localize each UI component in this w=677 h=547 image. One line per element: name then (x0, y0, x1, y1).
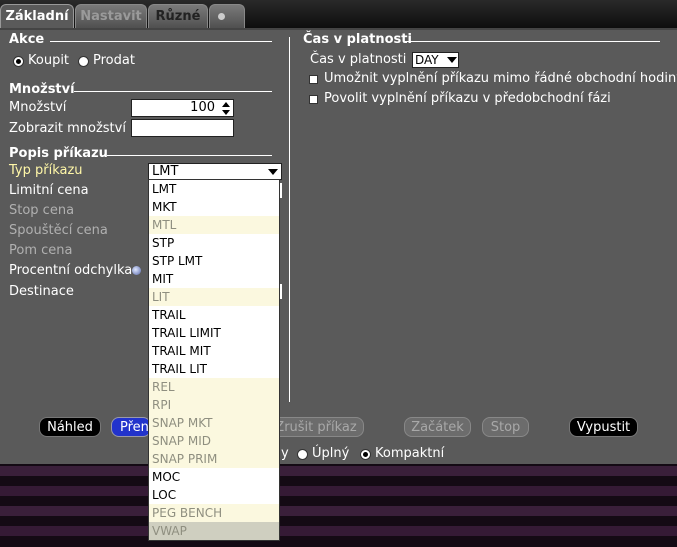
order-type-option[interactable]: TRAIL LIT (149, 360, 279, 378)
stop-price-label: Stop cena (9, 203, 75, 218)
order-type-option[interactable]: PEG BENCH (149, 504, 279, 522)
section-divider (107, 155, 272, 156)
section-mnozstvi-title: Množství (9, 82, 75, 97)
bottom-stripe (0, 506, 677, 516)
start-button[interactable]: Začátek (404, 417, 471, 437)
percent-offset-label: Procentní odchylka (9, 263, 133, 278)
trigger-price-label: Spouštěcí cena (9, 223, 108, 238)
premarket-checkbox[interactable] (309, 95, 318, 104)
order-type-option[interactable]: MOC (149, 468, 279, 486)
tab-label: Nastavit (80, 9, 142, 24)
info-icon[interactable] (132, 266, 141, 275)
order-type-option[interactable]: SNAP MID (149, 432, 279, 450)
preview-button[interactable]: Náhled (39, 417, 101, 437)
stepper-up-icon[interactable] (222, 102, 230, 107)
outside-rth-checkbox[interactable] (309, 75, 318, 84)
order-type-value: LMT (152, 164, 179, 179)
compact-view-radio[interactable] (360, 449, 371, 460)
section-divider (405, 41, 660, 42)
section-validity-title: Čas v platnosti (303, 32, 412, 47)
order-type-option[interactable]: RPI (149, 396, 279, 414)
order-type-option[interactable]: REL (149, 378, 279, 396)
order-type-option[interactable]: VWAP (149, 522, 279, 540)
order-type-option[interactable]: MIT (149, 270, 279, 288)
limit-price-label: Limitní cena (9, 183, 89, 198)
quantity-value: 100 (190, 100, 215, 115)
display-quantity-input[interactable] (131, 119, 234, 137)
full-view-label: Úplný (312, 446, 350, 461)
view-partial-label: y (281, 446, 289, 461)
order-type-option[interactable]: TRAIL MIT (149, 342, 279, 360)
buy-label: Koupit (28, 53, 70, 68)
order-type-dropdown-list[interactable]: LMT MKT MTL STP STP LMT MIT LIT TRAIL TRAIL LIMI… (148, 179, 280, 541)
tif-value: DAY (415, 53, 439, 67)
order-type-option[interactable]: SNAP MKT (149, 414, 279, 432)
order-type-option[interactable]: STP LMT (149, 252, 279, 270)
section-divider (74, 91, 272, 92)
cancel-order-button[interactable]: Zrušit příkaz (268, 417, 364, 437)
tif-label: Čas v platnosti (310, 52, 407, 67)
destination-label: Destinace (9, 284, 74, 299)
outside-rth-label: Umožnit vyplnění příkazu mimo řádné obch… (324, 71, 677, 86)
limit-price-input-edge (280, 183, 282, 198)
tab-add[interactable] (209, 4, 245, 28)
full-view-radio[interactable] (297, 449, 308, 460)
aux-price-label: Pom cena (9, 243, 73, 258)
transmit-button[interactable]: Přen (111, 417, 151, 437)
stepper-down-icon[interactable] (222, 110, 230, 115)
tab-label: Různé (155, 9, 201, 24)
quantity-label: Množství (9, 100, 67, 115)
tab-label: Základní (5, 9, 69, 24)
tab-underline (0, 28, 677, 30)
order-type-option[interactable]: STP (149, 234, 279, 252)
release-button[interactable]: Vypustit (569, 417, 638, 437)
tab-nastavit[interactable]: Nastavit (75, 4, 147, 28)
order-type-option[interactable]: MKT (149, 198, 279, 216)
tif-select[interactable]: DAY (412, 52, 459, 68)
tab-ruzne[interactable]: Různé (148, 4, 208, 28)
bottom-panel (0, 464, 677, 547)
add-tab-icon (218, 13, 225, 20)
quantity-input[interactable]: 100 (131, 99, 234, 117)
destination-input-edge (280, 284, 282, 299)
section-akce-title: Akce (9, 32, 45, 47)
vertical-divider (289, 37, 290, 402)
order-type-label: Typ příkazu (9, 163, 83, 178)
order-type-option[interactable]: TRAIL (149, 306, 279, 324)
chevron-down-icon (447, 57, 457, 63)
order-type-option[interactable]: LIT (149, 288, 279, 306)
compact-view-label: Kompaktní (375, 446, 445, 461)
stop-button[interactable]: Stop (482, 417, 529, 437)
sell-radio[interactable] (78, 56, 89, 67)
bottom-stripe (0, 526, 677, 536)
bottom-stripe (0, 466, 677, 476)
display-quantity-label: Zobrazit množství (9, 121, 126, 136)
buy-radio[interactable] (13, 56, 24, 67)
order-type-option[interactable]: MTL (149, 216, 279, 234)
section-popis-title: Popis příkazu (9, 146, 108, 161)
tab-zakladni[interactable]: Základní (0, 4, 74, 28)
premarket-label: Povolit vyplnění příkazu v předobchodní … (324, 91, 611, 106)
chevron-down-icon (268, 169, 278, 175)
order-type-option[interactable]: LMT (149, 180, 279, 198)
section-divider (50, 41, 272, 42)
order-type-option[interactable]: SNAP PRIM (149, 450, 279, 468)
sell-label: Prodat (93, 53, 135, 68)
order-type-select[interactable]: LMT (148, 163, 282, 180)
bottom-stripe (0, 486, 677, 496)
order-type-option[interactable]: TRAIL LIMIT (149, 324, 279, 342)
order-type-option[interactable]: LOC (149, 486, 279, 504)
